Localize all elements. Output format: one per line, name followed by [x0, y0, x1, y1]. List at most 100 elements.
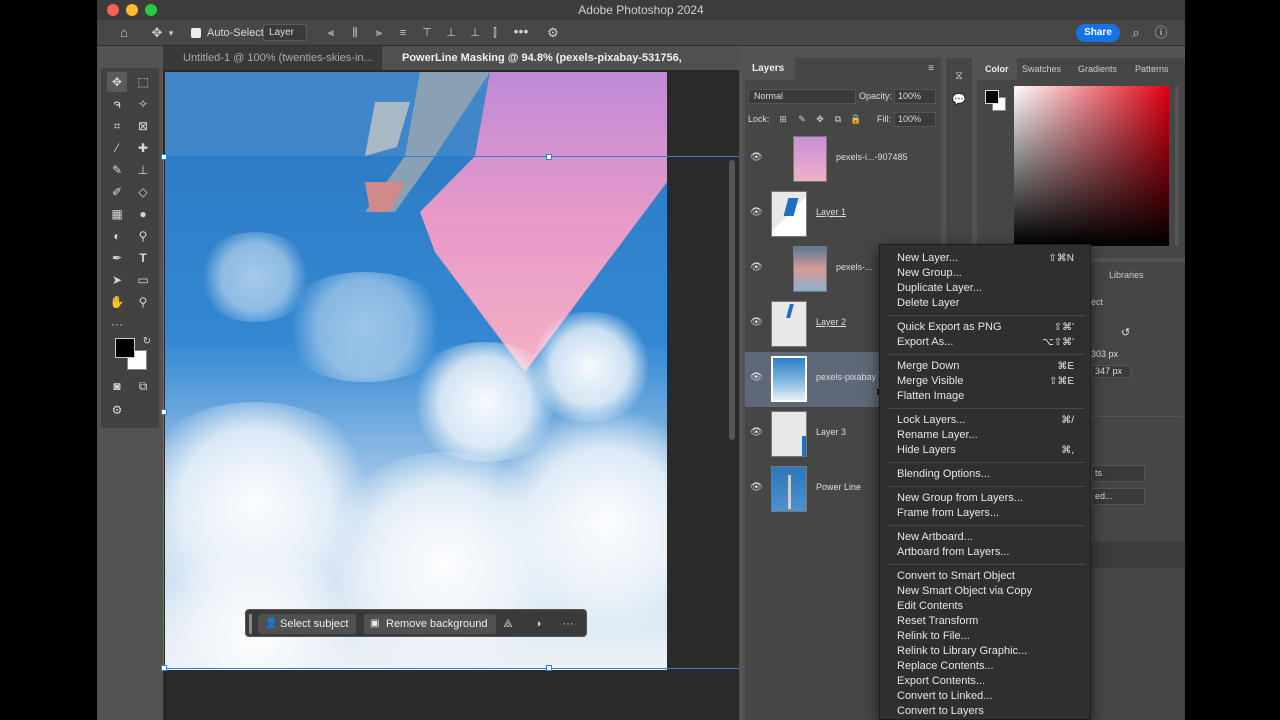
eye-icon[interactable]: 👁 [750, 317, 763, 328]
transform-handle[interactable] [546, 154, 552, 160]
menu-item-merge-visible[interactable]: Merge Visible [897, 374, 963, 389]
lasso-tool-icon[interactable]: ຈ [107, 94, 127, 114]
more-tools-icon[interactable]: ··· [107, 314, 127, 334]
align-center-icon[interactable]: ⫼ [347, 25, 363, 41]
transform-handle[interactable] [161, 665, 167, 671]
properties-button-1[interactable]: ts [1091, 465, 1145, 482]
more-options-icon[interactable]: ··· [560, 615, 576, 631]
type-tool-icon[interactable]: T [133, 248, 153, 268]
libraries-tab[interactable]: Libraries [1109, 270, 1144, 280]
menu-item-replace-contents[interactable]: Replace Contents... [897, 659, 994, 674]
eraser-icon[interactable]: ◇ [133, 182, 153, 202]
align-distribute-icon[interactable]: ≡ [395, 25, 411, 41]
stamp-tool-icon[interactable]: ⊥ [133, 160, 153, 180]
lock-all-icon[interactable]: 🔒 [848, 111, 864, 127]
blend-mode-dropdown[interactable]: Normal [748, 89, 856, 104]
more-options-icon[interactable]: ••• [513, 23, 529, 39]
menu-item-quick-export-as-png[interactable]: Quick Export as PNG [897, 320, 1002, 335]
menu-item-lock-layers[interactable]: Lock Layers... [897, 413, 965, 428]
screen-mode-icon[interactable]: ⧉ [133, 376, 153, 396]
menu-item-reset-transform[interactable]: Reset Transform [897, 614, 978, 629]
dodge-tool-icon[interactable]: ◐ [107, 226, 127, 246]
tab-gradients[interactable]: Gradients [1078, 64, 1117, 74]
eye-icon[interactable]: 👁 [750, 262, 763, 273]
menu-item-rename-layer[interactable]: Rename Layer... [897, 428, 978, 443]
eye-icon[interactable]: 👁 [750, 427, 763, 438]
menu-item-relink-to-library-graphic[interactable]: Relink to Library Graphic... [897, 644, 1027, 659]
menu-item-flatten-image[interactable]: Flatten Image [897, 389, 964, 404]
align-right-icon[interactable]: ⫸ [371, 25, 387, 41]
tab-swatches[interactable]: Swatches [1022, 64, 1061, 74]
tab-powerline-masking[interactable]: PowerLine Masking @ 94.8% (pexels-pixaba… [382, 46, 739, 88]
marquee-tool-icon[interactable]: ⬚ [133, 72, 153, 92]
layer-name[interactable]: pexels-i...-907485 [836, 152, 908, 162]
pen-tool-icon[interactable]: ✒ [107, 248, 127, 268]
panel-menu-icon[interactable]: ≡ [923, 61, 939, 77]
menu-item-duplicate-layer[interactable]: Duplicate Layer... [897, 281, 982, 296]
swap-colors-icon[interactable]: ↻ [137, 332, 157, 352]
layers-tab[interactable]: Layers [745, 58, 795, 80]
menu-item-blending-options[interactable]: Blending Options... [897, 467, 990, 482]
search-icon[interactable]: ⌕ [1128, 25, 1144, 41]
menu-item-artboard-from-layers[interactable]: Artboard from Layers... [897, 545, 1010, 560]
layer-name[interactable]: Power Line [816, 482, 861, 492]
brush-tool-icon[interactable]: ✎ [107, 160, 127, 180]
menu-item-new-layer[interactable]: New Layer... [897, 251, 958, 266]
zoom-tool-icon[interactable]: ⚲ [133, 292, 153, 312]
menu-item-new-smart-object-via-copy[interactable]: New Smart Object via Copy [897, 584, 1032, 599]
eye-icon[interactable]: 👁 [750, 372, 763, 383]
eye-icon[interactable]: 👁 [750, 152, 763, 163]
eye-icon[interactable]: 👁 [750, 482, 763, 493]
menu-item-new-artboard[interactable]: New Artboard... [897, 530, 973, 545]
frame-tool-icon[interactable]: ⊠ [133, 116, 153, 136]
layer-row[interactable]: 👁 Layer 1 [745, 187, 941, 242]
chevron-down-icon[interactable]: ▾ [163, 25, 179, 41]
menu-item-convert-to-smart-object[interactable]: Convert to Smart Object [897, 569, 1015, 584]
history-brush-icon[interactable]: ✐ [107, 182, 127, 202]
lock-artboard-icon[interactable]: ⧉ [830, 111, 846, 127]
properties-button-2[interactable]: ed... [1091, 488, 1145, 505]
move-tool-icon[interactable]: ✥ [107, 72, 127, 92]
color-picker-field[interactable] [1014, 86, 1169, 246]
lock-position-icon[interactable]: ✥ [812, 111, 828, 127]
close-window-button[interactable] [107, 4, 119, 16]
menu-item-new-group-from-layers[interactable]: New Group from Layers... [897, 491, 1023, 506]
distribute-icon[interactable]: ⫿ [487, 25, 503, 41]
fill-field[interactable]: 100% [894, 112, 936, 127]
tab-patterns[interactable]: Patterns [1135, 64, 1169, 74]
tab-color[interactable]: Color [985, 64, 1009, 74]
transform-handle[interactable] [161, 409, 167, 415]
remove-background-button[interactable]: ▣ Remove background [364, 614, 496, 634]
drag-handle[interactable] [249, 614, 252, 634]
lock-pixels-icon[interactable]: ✎ [794, 111, 810, 127]
shape-tool-icon[interactable]: ▭ [133, 270, 153, 290]
blur-tool-icon[interactable]: ● [133, 204, 153, 224]
adjustment-icon[interactable]: ◑ [530, 616, 546, 632]
auto-select-dropdown[interactable]: Layer [263, 24, 307, 41]
align-top-icon[interactable]: ⊤ [419, 25, 435, 41]
transform-handle[interactable] [546, 665, 552, 671]
eye-icon[interactable]: 👁 [750, 207, 763, 218]
transform-icon[interactable]: ⟁ [500, 616, 516, 632]
reset-icon[interactable]: ↺ [1121, 326, 1130, 339]
menu-item-convert-to-layers[interactable]: Convert to Layers [897, 704, 984, 719]
sponge-icon[interactable]: ⚲ [133, 226, 153, 246]
comments-panel-icon[interactable]: 💬 [951, 92, 967, 108]
menu-item-relink-to-file[interactable]: Relink to File... [897, 629, 970, 644]
auto-select-checkbox[interactable] [191, 28, 201, 38]
layer-name[interactable]: pexels-... [836, 262, 873, 272]
menu-item-export-as[interactable]: Export As... [897, 335, 953, 350]
layer-name[interactable]: Layer 3 [816, 427, 846, 437]
edit-toolbar-icon[interactable]: ⚙ [107, 400, 127, 420]
menu-item-hide-layers[interactable]: Hide Layers [897, 443, 956, 458]
menu-item-new-group[interactable]: New Group... [897, 266, 962, 281]
opacity-field[interactable]: 100% [894, 89, 936, 104]
menu-item-convert-to-linked[interactable]: Convert to Linked... [897, 689, 992, 704]
path-select-icon[interactable]: ➤ [107, 270, 127, 290]
quick-mask-icon[interactable]: ◙ [107, 376, 127, 396]
crop-tool-icon[interactable]: ⌗ [107, 116, 127, 136]
help-icon[interactable]: ⓘ [1153, 25, 1169, 41]
lock-transparent-icon[interactable]: ⊞ [775, 111, 791, 127]
layer-row[interactable]: 👁 pexels-i...-907485 [745, 132, 941, 187]
align-bottom-icon[interactable]: ⊥ [467, 25, 483, 41]
